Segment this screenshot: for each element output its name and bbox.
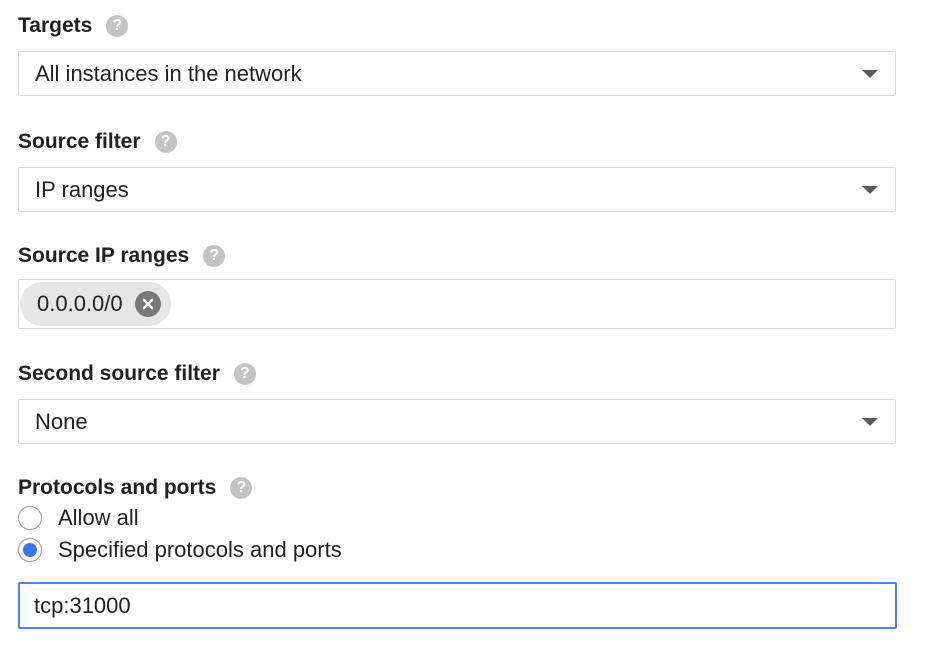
source-filter-select-value: IP ranges bbox=[35, 176, 129, 202]
caret-down-icon bbox=[862, 185, 878, 194]
source-ip-ranges-label-text: Source IP ranges bbox=[18, 244, 190, 267]
protocols-and-ports-label-text: Protocols and ports bbox=[18, 476, 217, 499]
second-source-filter-select[interactable]: None bbox=[18, 399, 896, 444]
source-ip-ranges-help-icon[interactable]: ? bbox=[203, 245, 226, 267]
targets-label: Targets ? bbox=[18, 12, 129, 40]
protocols-and-ports-help-icon[interactable]: ? bbox=[230, 477, 253, 499]
radio-button-checked[interactable] bbox=[18, 538, 42, 562]
radio-allow-all[interactable]: Allow all bbox=[18, 503, 139, 533]
radio-allow-all-label: Allow all bbox=[58, 505, 139, 530]
second-source-filter-select-value: None bbox=[35, 408, 88, 434]
source-filter-label: Source filter ? bbox=[18, 128, 177, 156]
second-source-filter-help-icon[interactable]: ? bbox=[233, 363, 256, 385]
second-source-filter-label-text: Second source filter bbox=[18, 362, 220, 385]
caret-down-icon bbox=[862, 417, 878, 426]
second-source-filter-label: Second source filter ? bbox=[18, 360, 256, 388]
source-ip-ranges-label: Source IP ranges ? bbox=[18, 242, 226, 270]
ip-range-chip: 0.0.0.0/0 bbox=[20, 282, 171, 326]
caret-down-icon bbox=[862, 69, 878, 78]
source-filter-label-text: Source filter bbox=[18, 130, 141, 153]
close-circle-icon[interactable] bbox=[134, 291, 161, 317]
source-filter-help-icon[interactable]: ? bbox=[154, 131, 177, 153]
radio-specified-protocols-label: Specified protocols and ports bbox=[58, 537, 342, 562]
radio-specified-protocols[interactable]: Specified protocols and ports bbox=[18, 535, 342, 565]
ip-range-chip-text: 0.0.0.0/0 bbox=[37, 291, 123, 316]
targets-help-icon[interactable]: ? bbox=[106, 15, 129, 37]
targets-select-value: All instances in the network bbox=[35, 60, 302, 86]
source-filter-select[interactable]: IP ranges bbox=[18, 167, 896, 212]
targets-select[interactable]: All instances in the network bbox=[18, 51, 896, 96]
protocols-and-ports-label: Protocols and ports ? bbox=[18, 474, 253, 502]
radio-button[interactable] bbox=[18, 506, 42, 530]
targets-label-text: Targets bbox=[18, 14, 93, 37]
source-ip-ranges-input[interactable]: 0.0.0.0/0 bbox=[18, 279, 896, 329]
protocols-ports-input[interactable] bbox=[18, 582, 897, 629]
